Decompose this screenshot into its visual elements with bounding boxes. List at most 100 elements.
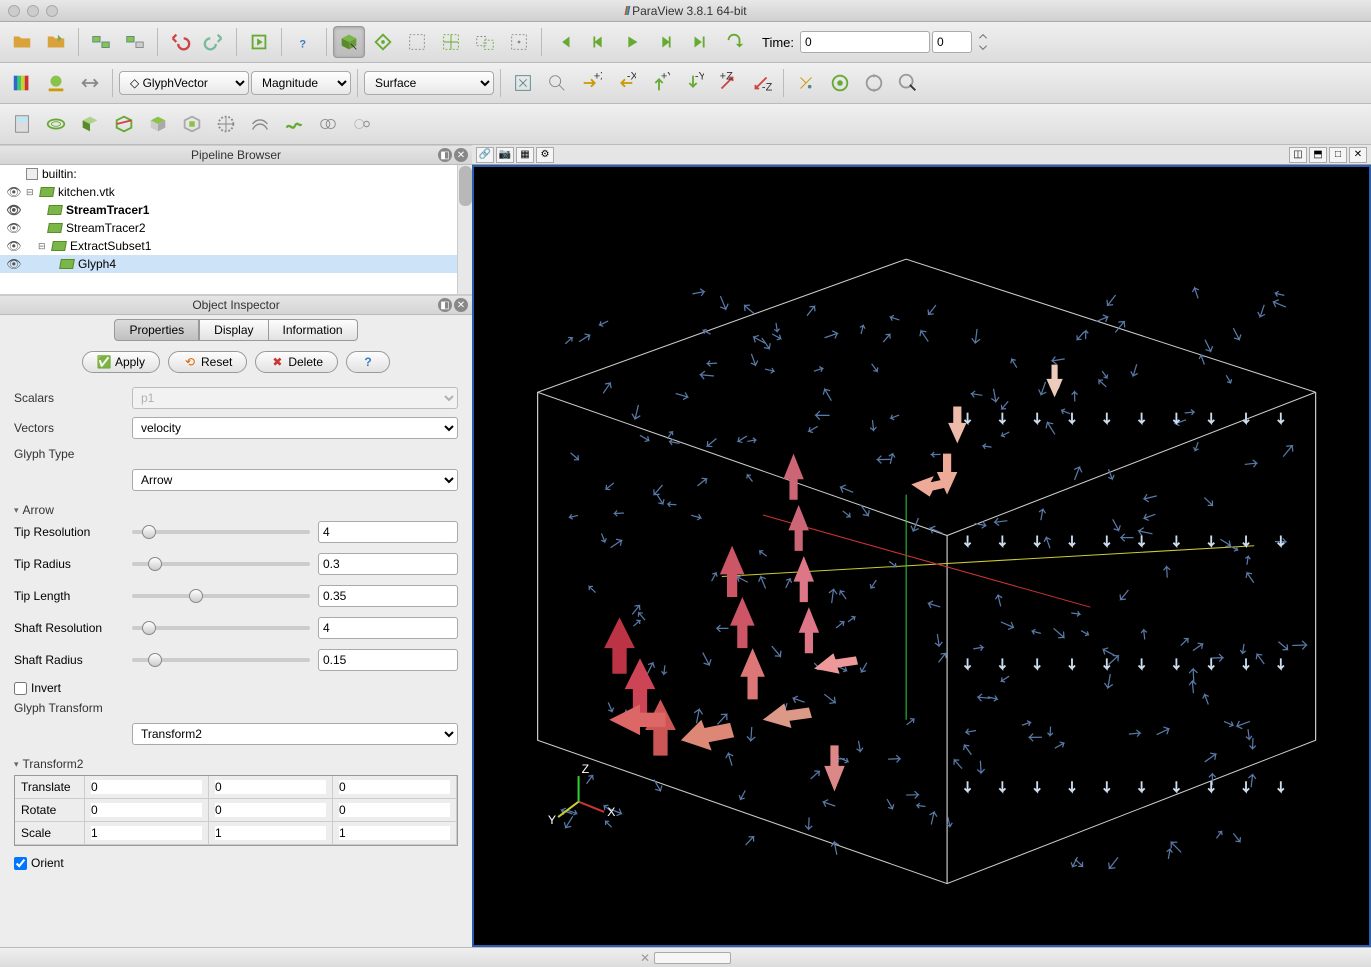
orient-checkbox[interactable] [14,857,27,870]
reset-button[interactable]: ⟲Reset [168,351,247,373]
tip-resolution-slider[interactable] [132,530,310,534]
select-block-icon[interactable] [469,26,501,58]
pipeline-item[interactable]: 👁 Glyph4 [0,255,472,273]
glyph-transform-select[interactable]: Transform2 [132,723,458,745]
rescale-icon[interactable] [40,67,72,99]
translate-x-input[interactable] [91,780,202,794]
time-index-input[interactable] [932,31,972,53]
group-icon[interactable] [312,108,344,140]
minus-x-icon[interactable]: -X [609,67,641,99]
tip-length-slider[interactable] [132,594,310,598]
split-v-icon[interactable]: ⬒ [1309,147,1327,163]
panel-detach-icon[interactable]: ◧ [438,298,452,312]
close-view-icon[interactable]: ✕ [1349,147,1367,163]
eye-icon[interactable]: 👁 [6,239,22,253]
minus-z-icon[interactable]: -Z [745,67,777,99]
pipeline-item[interactable]: 👁 ⊟ kitchen.vtk [0,183,472,201]
select-cells-through-icon[interactable] [401,26,433,58]
loop-icon[interactable] [718,26,750,58]
autoscale-icon[interactable] [74,67,106,99]
first-frame-icon[interactable] [548,26,580,58]
color-editor-icon[interactable] [6,67,38,99]
coloring-field-select[interactable]: ◇ GlyphVector [119,71,249,95]
plus-y-icon[interactable]: +Y [643,67,675,99]
select-cells-icon[interactable] [333,26,365,58]
vectors-select[interactable]: velocity [132,417,458,439]
eye-icon[interactable]: 👁 [6,257,22,271]
tip-radius-input[interactable] [318,553,458,575]
play-icon[interactable] [616,26,648,58]
pipeline-browser[interactable]: builtin: 👁 ⊟ kitchen.vtk 👁 StreamTracer1… [0,165,472,295]
eye-icon[interactable]: 👁 [6,221,22,235]
render-view[interactable]: X Y Z [472,165,1371,947]
view-screenshot-icon[interactable]: 📷 [496,147,514,163]
undo-icon[interactable] [164,26,196,58]
pipeline-item[interactable]: 👁 ⊟ ExtractSubset1 [0,237,472,255]
view-settings-icon[interactable]: ⚙ [536,147,554,163]
zoom-to-data-icon[interactable] [541,67,573,99]
maximize-icon[interactable]: □ [1329,147,1347,163]
arrow-section-header[interactable]: Arrow [14,499,458,521]
plus-x-icon[interactable]: +X [575,67,607,99]
split-h-icon[interactable]: ◫ [1289,147,1307,163]
shaft-radius-slider[interactable] [132,658,310,662]
last-frame-icon[interactable] [684,26,716,58]
view-link-icon[interactable]: 🔗 [476,147,494,163]
tab-display[interactable]: Display [199,319,268,341]
tip-resolution-input[interactable] [318,521,458,543]
stream-tracer-icon[interactable] [244,108,276,140]
rotate-90-icon[interactable] [790,67,822,99]
time-value-input[interactable] [800,31,930,53]
coloring-mode-select[interactable]: Magnitude [251,71,351,95]
shaft-radius-input[interactable] [318,649,458,671]
eye-icon[interactable]: 👁 [6,203,22,217]
shaft-resolution-slider[interactable] [132,626,310,630]
slice-icon[interactable] [108,108,140,140]
pipeline-item[interactable]: 👁 StreamTracer2 [0,219,472,237]
minus-y-icon[interactable]: -Y [677,67,709,99]
tip-radius-slider[interactable] [132,562,310,566]
tab-properties[interactable]: Properties [114,319,199,341]
translate-y-input[interactable] [215,780,326,794]
prev-frame-icon[interactable] [582,26,614,58]
help-button[interactable]: ? [346,351,390,373]
contour-icon[interactable] [40,108,72,140]
panel-close-icon[interactable]: ✕ [454,298,468,312]
rotate-y-input[interactable] [215,803,326,817]
translate-z-input[interactable] [339,780,450,794]
glyph-icon[interactable] [210,108,242,140]
apply-button[interactable]: ✅Apply [82,351,160,373]
generate-icon[interactable] [243,26,275,58]
transform2-section-header[interactable]: Transform2 [14,753,458,775]
pipeline-root[interactable]: builtin: [0,165,472,183]
next-frame-icon[interactable] [650,26,682,58]
reset-center-icon[interactable] [858,67,890,99]
eye-icon[interactable]: 👁 [6,185,22,199]
pipeline-item[interactable]: 👁 StreamTracer1 [0,201,472,219]
shaft-resolution-input[interactable] [318,617,458,639]
tip-length-input[interactable] [318,585,458,607]
rotate-z-input[interactable] [339,803,450,817]
panel-close-icon[interactable]: ✕ [454,148,468,162]
representation-select[interactable]: Surface [364,71,494,95]
scale-z-input[interactable] [339,826,450,840]
delete-button[interactable]: ✖Delete [255,351,338,373]
help-icon[interactable]: ? [288,26,320,58]
cancel-progress-icon[interactable]: ✕ [640,951,650,965]
pick-center-icon[interactable] [892,67,924,99]
tab-information[interactable]: Information [269,319,358,341]
clip-icon[interactable] [74,108,106,140]
time-stepper-icon[interactable] [974,26,992,58]
scrollbar[interactable] [457,165,472,294]
center-axes-icon[interactable] [824,67,856,99]
plus-z-icon[interactable]: +Z [711,67,743,99]
reset-camera-icon[interactable] [507,67,539,99]
connect-icon[interactable] [85,26,117,58]
select-points-through-icon[interactable] [435,26,467,58]
scalars-select[interactable]: p1 [132,387,458,409]
scale-y-input[interactable] [215,826,326,840]
open-file-icon[interactable] [6,26,38,58]
clear-selection-icon[interactable] [503,26,535,58]
redo-icon[interactable] [198,26,230,58]
warp-icon[interactable] [278,108,310,140]
